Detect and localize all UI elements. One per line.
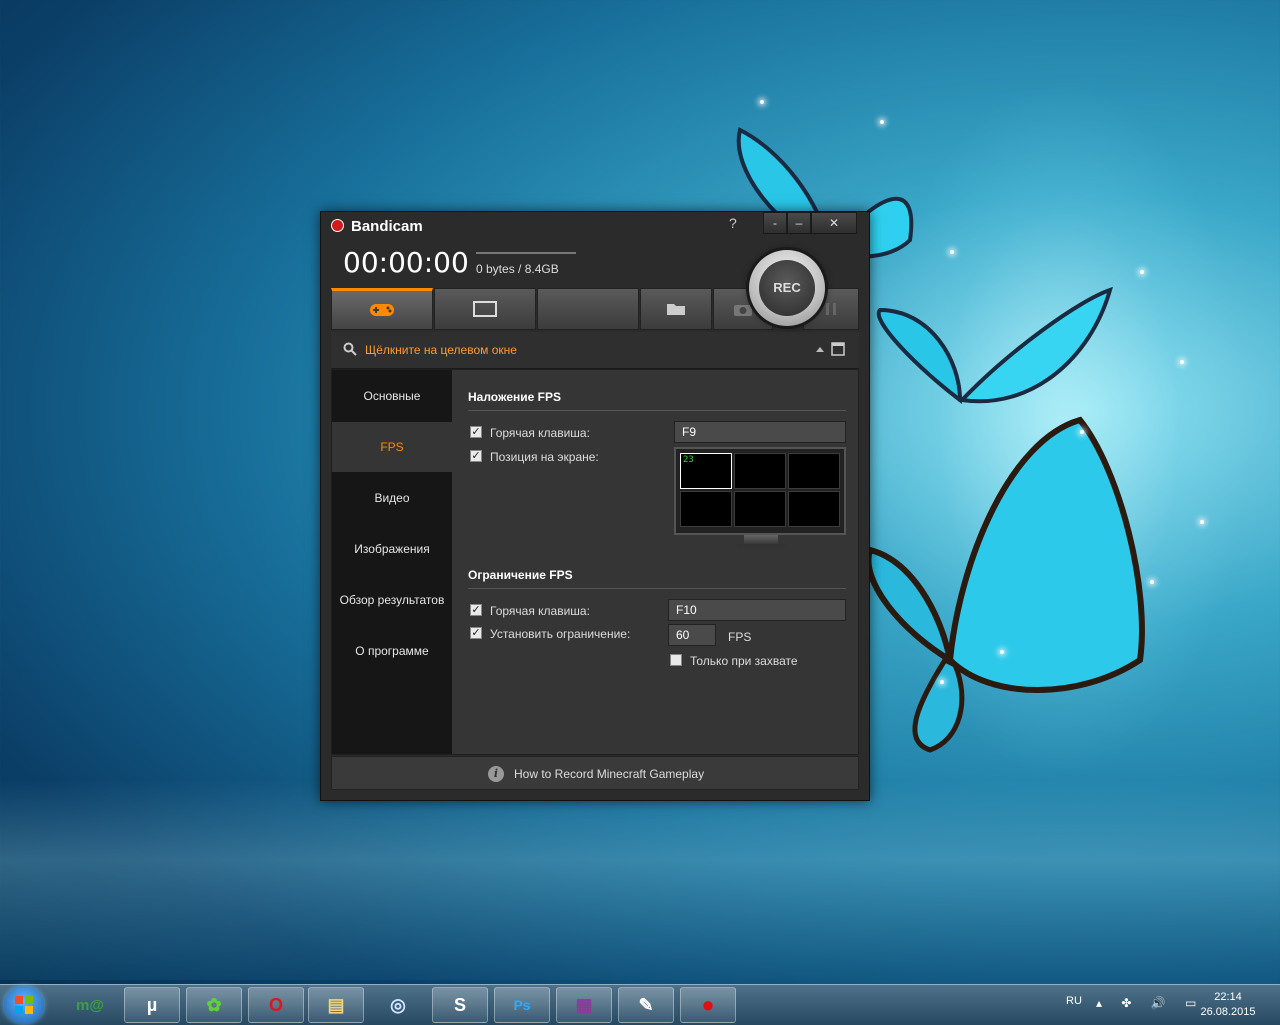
minimize-to-tray-button[interactable]: -	[763, 212, 787, 234]
overlay-position-label: Позиция на экране:	[490, 450, 599, 464]
overlay-hotkey-checkbox[interactable]: ✓	[470, 426, 482, 438]
sidebar-item-fps[interactable]: FPS	[332, 422, 452, 472]
language-indicator[interactable]: RU	[1066, 995, 1082, 1007]
position-preview-monitor: 23	[674, 447, 846, 535]
photoshop-icon[interactable]: Ps	[494, 987, 550, 1023]
help-link[interactable]: How to Record Minecraft Gameplay	[514, 767, 704, 781]
fps-preview-counter: 23	[683, 455, 694, 465]
bandicam-logo-icon	[331, 219, 344, 232]
sidebar-item-general[interactable]: Основные	[332, 371, 452, 421]
overlay-hotkey-field[interactable]: F9	[674, 421, 846, 443]
sparkle	[950, 250, 954, 254]
fps-unit-label: FPS	[728, 630, 752, 644]
fps-settings-panel: Наложение FPS ✓ Горячая клавиша: F9 ✓ По…	[452, 370, 858, 754]
help-footer[interactable]: i How to Record Minecraft Gameplay	[331, 756, 859, 790]
settings-sidebar: Основные FPS Видео Изображения Обзор рез…	[332, 370, 452, 754]
bandicam-taskbar-icon[interactable]: ●	[680, 987, 736, 1023]
tab-screen-mode[interactable]	[434, 288, 536, 330]
butterfly-image	[865, 416, 1145, 753]
notepad-icon[interactable]: ✎	[618, 987, 674, 1023]
system-tray-icons[interactable]: ▴ ✤ 🔊 ▭	[1096, 996, 1204, 1010]
window-title: Bandicam	[351, 218, 423, 235]
sparkle	[760, 100, 764, 104]
sidebar-item-video[interactable]: Видео	[332, 473, 452, 523]
search-icon	[343, 342, 357, 356]
gamepad-icon	[370, 304, 394, 316]
sparkle	[880, 120, 884, 124]
skype-icon[interactable]: S	[432, 987, 488, 1023]
recording-timer: 00:00:00	[343, 246, 469, 279]
mail-ru-agent-icon[interactable]: m@	[62, 987, 118, 1023]
overlay-position-checkbox[interactable]: ✓	[470, 450, 482, 462]
sidebar-item-about[interactable]: О программе	[332, 626, 452, 676]
icq-icon[interactable]: ✿	[186, 987, 242, 1023]
position-bottom-center[interactable]	[734, 491, 786, 527]
taskbar-clock[interactable]: 22:14 26.08.2015	[1196, 990, 1260, 1020]
winrar-icon[interactable]: ▦	[556, 987, 612, 1023]
pause-icon	[826, 303, 836, 315]
rocket-app-icon[interactable]: ◎	[370, 987, 426, 1023]
position-top-center[interactable]	[734, 453, 786, 489]
title-bar[interactable]: Bandicam ? - – ✕	[321, 212, 869, 240]
sidebar-item-output[interactable]: Обзор результатов	[332, 575, 452, 625]
limit-hotkey-field[interactable]: F10	[668, 599, 846, 621]
utorrent-icon[interactable]: µ	[124, 987, 180, 1023]
limit-hotkey-label: Горячая клавиша:	[490, 604, 590, 618]
sidebar-item-images[interactable]: Изображения	[332, 524, 452, 574]
monitor-rect-icon	[473, 301, 497, 317]
sparkle	[1180, 360, 1184, 364]
fps-limit-title: Ограничение FPS	[468, 568, 573, 582]
water-reflection	[0, 780, 1280, 980]
fps-overlay-title: Наложение FPS	[468, 390, 561, 404]
close-button[interactable]: ✕	[811, 212, 857, 234]
target-window-label: Щёлкните на целевом окне	[365, 343, 517, 357]
tab-open-folder[interactable]	[640, 288, 712, 330]
opera-icon[interactable]: O	[248, 987, 304, 1023]
monitor-base	[737, 544, 785, 548]
explorer-folder-icon[interactable]: ▤	[308, 987, 364, 1023]
sparkle	[1200, 520, 1204, 524]
position-top-right[interactable]	[788, 453, 840, 489]
clock-date: 26.08.2015	[1200, 1006, 1256, 1018]
taskbar: m@ µ ✿ O ▤ ◎ S Ps ▦ ✎ ● RU ▴ ✤ 🔊 ▭ 22:14…	[0, 984, 1280, 1025]
limit-hotkey-checkbox[interactable]: ✓	[470, 604, 482, 616]
bandicam-window: Bandicam ? - – ✕ 00:00:00 0 bytes / 8.4G…	[320, 211, 870, 801]
rec-button[interactable]: REC	[749, 250, 825, 326]
camera-icon	[734, 305, 752, 316]
rec-button-label: REC	[759, 260, 815, 316]
section-divider	[468, 410, 846, 411]
set-limit-checkbox[interactable]: ✓	[470, 627, 482, 639]
sparkle	[1080, 430, 1084, 434]
fps-limit-input[interactable]: 60	[668, 624, 716, 646]
collapse-up-icon[interactable]	[815, 345, 825, 353]
overlay-hotkey-label: Горячая клавиша:	[490, 426, 590, 440]
folder-icon	[667, 304, 685, 315]
file-size-text: 0 bytes / 8.4GB	[476, 262, 559, 276]
windows-logo-icon	[15, 996, 33, 1014]
set-limit-label: Установить ограничение:	[490, 627, 631, 641]
sparkle	[1000, 650, 1004, 654]
tab-game-mode[interactable]	[331, 288, 433, 330]
start-button[interactable]	[4, 986, 44, 1024]
sparkle	[1140, 270, 1144, 274]
clock-time: 22:14	[1214, 991, 1242, 1003]
position-bottom-right[interactable]	[788, 491, 840, 527]
sparkle	[1150, 580, 1154, 584]
position-bottom-left[interactable]	[680, 491, 732, 527]
capture-only-checkbox[interactable]: ✓	[670, 654, 682, 666]
settings-content: Основные FPS Видео Изображения Обзор рез…	[331, 369, 859, 755]
size-progress-bar	[476, 252, 576, 254]
capture-only-label: Только при захвате	[690, 654, 798, 668]
section-divider	[468, 588, 846, 589]
position-top-left[interactable]: 23	[680, 453, 732, 489]
help-button[interactable]: ?	[729, 215, 737, 231]
target-window-bar[interactable]: Щёлкните на целевом окне	[331, 332, 859, 369]
info-icon: i	[488, 766, 504, 782]
window-mode-icon[interactable]	[831, 342, 845, 356]
tab-device-mode[interactable]	[537, 288, 639, 330]
sparkle	[940, 680, 944, 684]
minimize-button[interactable]: –	[787, 212, 811, 234]
